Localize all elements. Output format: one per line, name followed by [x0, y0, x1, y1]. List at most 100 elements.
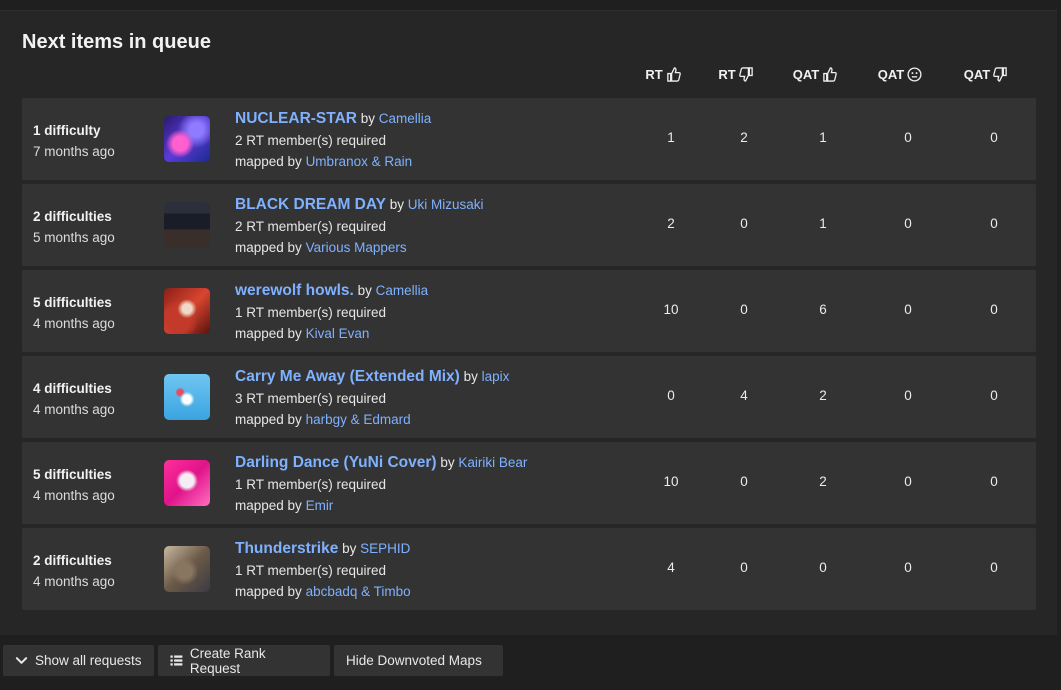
col-qat-neutral: QAT: [860, 67, 940, 82]
mapper-link[interactable]: Emir: [306, 498, 334, 513]
qat-neutral-count: 0: [904, 216, 912, 231]
time-ago: 4 months ago: [33, 574, 115, 589]
by-label: by: [360, 111, 376, 126]
required-text: 2 RT member(s) required: [235, 218, 387, 234]
rt-down-count: 0: [740, 216, 748, 231]
show-all-requests-button[interactable]: Show all requests: [3, 645, 154, 676]
beatmap-thumbnail[interactable]: [164, 460, 210, 506]
col-label: RT: [645, 67, 663, 82]
mapped-by-label: mapped by: [235, 498, 302, 513]
song-title-link[interactable]: BLACK DREAM DAY: [235, 196, 386, 213]
mapper-link[interactable]: abcbadq & Timbo: [306, 584, 411, 599]
button-label: Hide Downvoted Maps: [346, 653, 482, 668]
queue-row[interactable]: 5 difficulties 4 months ago Darling Danc…: [22, 442, 1036, 524]
by-label: by: [389, 197, 405, 212]
qat-up-count: 2: [819, 474, 827, 489]
difficulty-count: 5 difficulties: [33, 467, 112, 482]
qat-neutral-count: 0: [904, 560, 912, 575]
queue-row[interactable]: 5 difficulties 4 months ago werewolf how…: [22, 270, 1036, 352]
difficulty-count: 4 difficulties: [33, 381, 112, 396]
by-label: by: [463, 369, 478, 384]
col-label: QAT: [963, 67, 991, 82]
song-title-link[interactable]: Carry Me Away (Extended Mix): [235, 368, 460, 385]
qat-up-count: 1: [819, 216, 827, 231]
song-title-link[interactable]: Thunderstrike: [235, 540, 338, 557]
artist-link[interactable]: lapix: [482, 369, 510, 384]
beatmap-thumbnail[interactable]: [164, 288, 210, 334]
artist-link[interactable]: SEPHID: [360, 541, 410, 556]
queue-row[interactable]: 2 difficulties 4 months ago Thunderstrik…: [22, 528, 1036, 610]
qat-down-count: 0: [990, 216, 998, 231]
artist-link[interactable]: Camellia: [376, 283, 429, 298]
queue-row[interactable]: 4 difficulties 4 months ago Carry Me Awa…: [22, 356, 1036, 438]
mapper-link[interactable]: Umbranox & Rain: [306, 154, 413, 169]
row-meta: 2 difficulties 4 months ago: [33, 550, 115, 592]
row-meta: 5 difficulties 4 months ago: [33, 464, 115, 506]
required-text: 3 RT member(s) required: [235, 390, 387, 406]
mapper-link[interactable]: Various Mappers: [306, 240, 407, 255]
col-rt-down: RT: [696, 67, 776, 82]
qat-up-count: 2: [819, 388, 827, 403]
rt-up-count: 0: [667, 388, 675, 403]
row-info: Carry Me Away (Extended Mix) by lapix 3 …: [235, 366, 509, 431]
time-ago: 4 months ago: [33, 316, 115, 331]
mapped-by-label: mapped by: [235, 326, 302, 341]
row-meta: 1 difficulty 7 months ago: [33, 120, 115, 162]
time-ago: 7 months ago: [33, 144, 115, 159]
time-ago: 4 months ago: [33, 402, 115, 417]
difficulty-count: 5 difficulties: [33, 295, 112, 310]
row-meta: 2 difficulties 5 months ago: [33, 206, 115, 248]
list-icon: [170, 655, 183, 666]
beatmap-thumbnail[interactable]: [164, 374, 210, 420]
col-rt-up: RT: [623, 67, 703, 82]
artist-link[interactable]: Uki Mizusaki: [408, 197, 484, 212]
queue-row[interactable]: 1 difficulty 7 months ago NUCLEAR-STAR b…: [22, 98, 1036, 180]
chevron-down-icon: [15, 657, 28, 664]
qat-down-count: 0: [990, 474, 998, 489]
song-title-link[interactable]: werewolf howls.: [235, 282, 354, 299]
queue-row[interactable]: 2 difficulties 5 months ago BLACK DREAM …: [22, 184, 1036, 266]
thumbs-up-icon: [666, 67, 681, 82]
rt-up-count: 4: [667, 560, 675, 575]
row-info: werewolf howls. by Camellia 1 RT member(…: [235, 280, 428, 345]
artist-link[interactable]: Camellia: [379, 111, 432, 126]
row-info: Darling Dance (YuNi Cover) by Kairiki Be…: [235, 452, 527, 517]
song-title-link[interactable]: NUCLEAR-STAR: [235, 110, 357, 127]
required-text: 1 RT member(s) required: [235, 476, 387, 492]
rt-down-count: 4: [740, 388, 748, 403]
rt-down-count: 0: [740, 302, 748, 317]
beatmap-thumbnail[interactable]: [164, 546, 210, 592]
beatmap-thumbnail[interactable]: [164, 202, 210, 248]
by-label: by: [440, 455, 455, 470]
button-label: Create Rank Request: [189, 645, 266, 676]
hide-downvoted-maps-button[interactable]: Hide Downvoted Maps: [334, 645, 503, 676]
rt-up-count: 10: [663, 474, 679, 489]
time-ago: 5 months ago: [33, 230, 115, 245]
difficulty-count: 2 difficulties: [33, 209, 112, 224]
thumbs-down-icon: [738, 67, 753, 82]
beatmap-thumbnail[interactable]: [164, 116, 210, 162]
song-title-link[interactable]: Darling Dance (YuNi Cover): [235, 454, 437, 471]
neutral-face-icon: [907, 67, 922, 82]
qat-neutral-count: 0: [904, 474, 912, 489]
qat-down-count: 0: [990, 560, 998, 575]
by-label: by: [342, 541, 357, 556]
mapper-link[interactable]: Kival Evan: [306, 326, 370, 341]
required-text: 1 RT member(s) required: [235, 304, 387, 320]
difficulty-count: 2 difficulties: [33, 553, 112, 568]
col-qat-up: QAT: [775, 67, 855, 82]
button-label: Show all requests: [35, 653, 142, 668]
mapped-by-label: mapped by: [235, 584, 302, 599]
artist-link[interactable]: Kairiki Bear: [458, 455, 527, 470]
rt-down-count: 0: [740, 474, 748, 489]
row-meta: 5 difficulties 4 months ago: [33, 292, 115, 334]
row-info: BLACK DREAM DAY by Uki Mizusaki 2 RT mem…: [235, 194, 484, 259]
mapper-link[interactable]: harbgy & Edmard: [306, 412, 411, 427]
create-rank-request-button[interactable]: Create Rank Request: [158, 645, 330, 676]
section-title: Next items in queue: [22, 31, 211, 53]
col-qat-down: QAT: [946, 67, 1026, 82]
col-label: RT: [718, 67, 736, 82]
row-info: NUCLEAR-STAR by Camellia 2 RT member(s) …: [235, 108, 431, 173]
row-info: Thunderstrike by SEPHID 1 RT member(s) r…: [235, 538, 411, 603]
difficulty-count: 1 difficulty: [33, 123, 101, 138]
